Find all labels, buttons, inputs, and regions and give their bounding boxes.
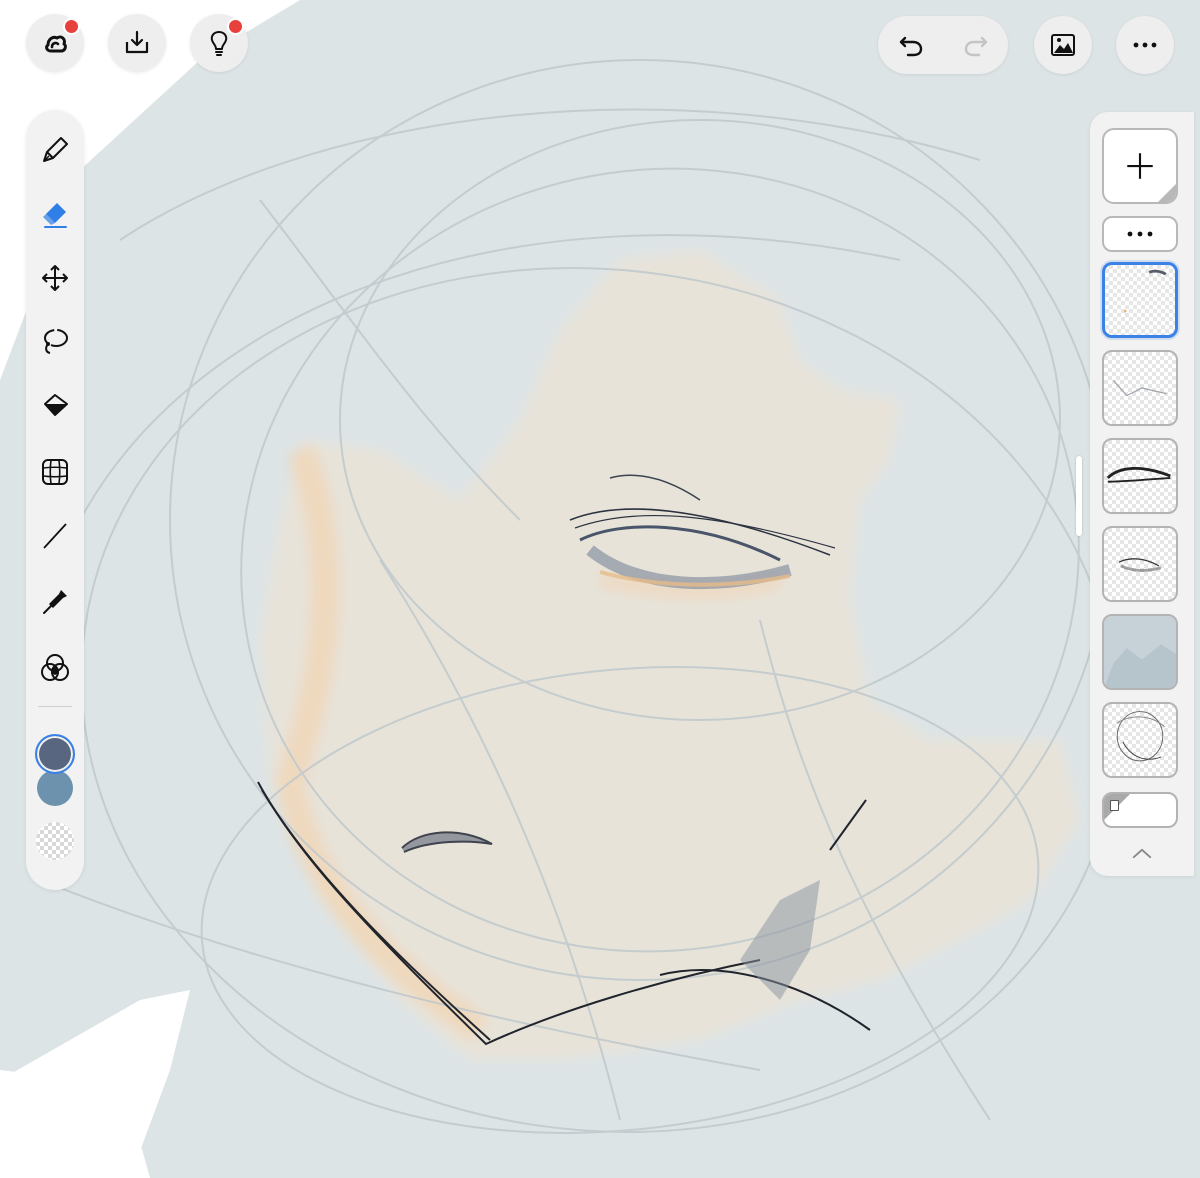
chevron-up-icon [1132, 848, 1152, 858]
layer-thumbnail[interactable] [1102, 526, 1178, 602]
move-icon [42, 265, 68, 291]
layer-preview [1123, 269, 1167, 313]
more-icon [1133, 42, 1157, 48]
lasso-icon [44, 329, 68, 354]
notification-dot [63, 18, 80, 35]
layer-preview [1113, 380, 1167, 397]
more-icon [1127, 231, 1153, 237]
eyedropper-icon [43, 590, 67, 614]
primary-color-swatch[interactable] [35, 734, 75, 774]
tips-button[interactable] [190, 14, 248, 72]
image-icon [1051, 34, 1075, 56]
add-layer-button[interactable] [1102, 128, 1178, 204]
tool-transform[interactable] [35, 452, 75, 492]
layer-thumbnail[interactable] [1102, 438, 1178, 514]
layer-preview [1118, 558, 1162, 572]
secondary-color-swatch[interactable] [37, 770, 73, 806]
tool-fill[interactable] [35, 386, 75, 426]
layer-preview [1106, 466, 1171, 483]
brush-icon [43, 137, 68, 162]
tool-line[interactable] [35, 516, 75, 556]
redo-button[interactable] [956, 25, 996, 65]
layer-options-button[interactable] [1102, 216, 1178, 252]
layer-preview [1104, 616, 1176, 688]
transparency-swatch[interactable] [36, 822, 74, 860]
tool-lasso[interactable] [35, 322, 75, 362]
notification-dot [227, 18, 244, 35]
drawing-canvas[interactable] [0, 0, 1200, 1178]
layers-panel [1090, 112, 1194, 876]
redo-icon [964, 36, 987, 57]
toolbar-divider [38, 706, 72, 707]
color-blend-icon [41, 654, 69, 681]
tool-move[interactable] [35, 258, 75, 298]
export-button[interactable] [108, 14, 166, 72]
grid-transform-icon [42, 459, 68, 485]
layer-thumbnail[interactable] [1102, 350, 1178, 426]
eraser-icon [43, 203, 67, 228]
undo-icon [899, 36, 922, 57]
image-button[interactable] [1034, 16, 1092, 74]
tool-eyedropper[interactable] [35, 582, 75, 622]
fill-bucket-icon [44, 394, 68, 416]
canvas-scroll-handle[interactable] [1076, 456, 1082, 536]
layer-thumbnail[interactable] [1102, 262, 1178, 338]
add-layer-corner [1158, 184, 1176, 202]
tool-blend[interactable] [35, 648, 75, 688]
tool-bar [26, 110, 84, 890]
background-layer[interactable] [1102, 792, 1178, 828]
download-tray-icon [125, 30, 149, 54]
background-visibility-icon [1110, 800, 1119, 811]
creative-cloud-button[interactable] [26, 14, 84, 72]
layer-thumbnail[interactable] [1102, 614, 1178, 690]
layer-thumbnail[interactable] [1102, 702, 1178, 778]
line-icon [43, 523, 67, 549]
tool-eraser[interactable] [35, 194, 75, 234]
more-options-button[interactable] [1116, 16, 1174, 74]
tool-brush[interactable] [35, 130, 75, 170]
collapse-layers-button[interactable] [1128, 842, 1156, 864]
undo-button[interactable] [891, 25, 931, 65]
undo-redo-group [878, 16, 1008, 74]
plus-icon [1127, 153, 1153, 179]
layer-preview [1116, 711, 1165, 762]
